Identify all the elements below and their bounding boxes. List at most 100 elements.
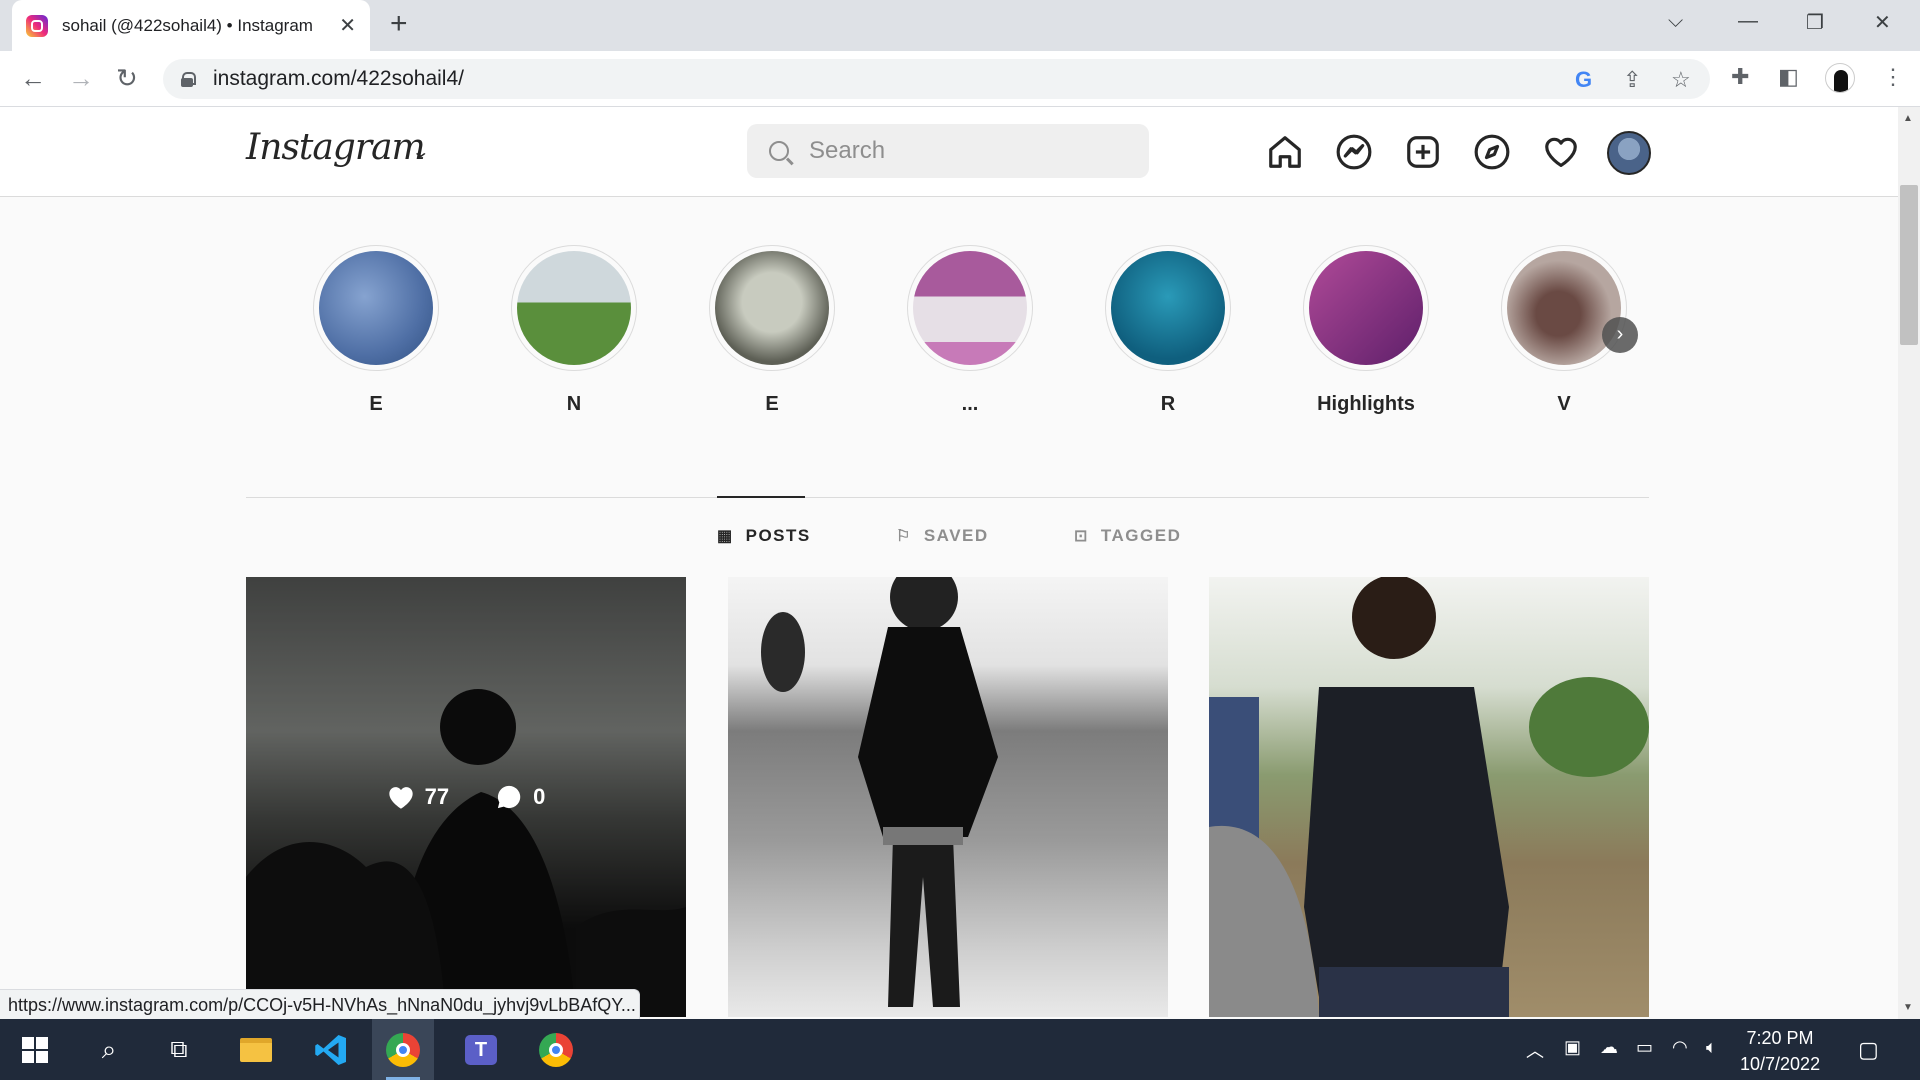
file-explorer-icon[interactable] (225, 1019, 287, 1080)
highlight-label: R (1160, 393, 1176, 415)
tag-person-icon: ⊡ (1074, 528, 1089, 545)
battery-icon[interactable]: ▭ (1636, 1037, 1653, 1058)
tabs-divider (246, 497, 1649, 498)
notifications-icon[interactable]: ▢ (1858, 1037, 1879, 1063)
back-icon[interactable]: ← (20, 64, 46, 92)
tab-saved[interactable]: ⚐ SAVED (896, 526, 989, 546)
highlight-cover (517, 251, 631, 365)
highlight-label: E (765, 393, 779, 415)
post-thumbnail[interactable] (1209, 577, 1649, 1017)
story-highlight[interactable]: N (509, 245, 639, 416)
highlight-cover (913, 251, 1027, 365)
story-highlight[interactable]: ... (905, 245, 1035, 416)
taskbar-search-icon[interactable]: ⌕ (78, 1019, 140, 1080)
scroll-up-icon[interactable]: ▲ (1903, 113, 1913, 124)
tab-tagged-label: TAGGED (1100, 526, 1182, 545)
address-bar[interactable]: instagram.com/422sohail4/ G ⇪ ☆ (163, 59, 1710, 99)
highlight-label: Highlights (1317, 393, 1415, 415)
scroll-down-icon[interactable]: ▼ (1903, 1002, 1913, 1013)
menu-kebab-icon[interactable]: ⋮ (1882, 64, 1904, 90)
story-highlight[interactable]: E (707, 245, 837, 416)
forward-icon[interactable]: → (68, 64, 94, 92)
post-hover-overlay: 77 0 (246, 577, 686, 1017)
highlight-label: E (369, 393, 383, 415)
clock-date: 10/7/2022 (1740, 1054, 1821, 1074)
tab-saved-label: SAVED (923, 526, 989, 545)
home-icon[interactable] (1264, 131, 1306, 173)
share-icon[interactable]: ⇪ (1623, 67, 1641, 93)
onedrive-icon[interactable]: ☁ (1600, 1037, 1618, 1058)
chevron-down-icon[interactable]: ⌄ (411, 142, 430, 162)
windows-taskbar: ⌕ ⧉ T ︿ ▣ ☁ ▭ ◠ 🔈︎ 7:20 PM 10/7/2022 ▢ (0, 1019, 1920, 1080)
tab-posts-label: POSTS (745, 526, 811, 545)
activity-heart-icon[interactable] (1540, 131, 1582, 173)
instagram-header: Instagram ⌄ (0, 107, 1898, 197)
heart-icon (388, 787, 413, 809)
messenger-icon[interactable] (1333, 131, 1375, 173)
teams-icon[interactable]: T (450, 1019, 512, 1080)
tab-title: sohail (@422sohail4) • Instagram (62, 15, 313, 35)
link-status-bar: https://www.instagram.com/p/CCOj-v5H-NVh… (0, 989, 640, 1019)
clock-time: 7:20 PM (1746, 1028, 1814, 1048)
chrome-profile-taskbar-icon[interactable] (525, 1019, 587, 1080)
highlight-label: N (566, 393, 582, 415)
comments-stat: 0 (495, 783, 545, 811)
tab-close-icon[interactable]: ✕ (339, 13, 356, 38)
browser-profile-avatar[interactable] (1825, 63, 1855, 93)
browser-tabstrip: sohail (@422sohail4) • Instagram ✕ + ⌵ —… (0, 0, 1920, 51)
minimize-button[interactable]: — (1738, 10, 1758, 33)
post-thumbnail[interactable]: 77 0 (246, 577, 686, 1017)
side-panel-icon[interactable]: ◧ (1778, 64, 1799, 90)
highlight-cover (1309, 251, 1423, 365)
story-highlight[interactable]: R (1103, 245, 1233, 416)
search-box[interactable] (747, 124, 1149, 178)
vscode-icon[interactable] (300, 1019, 362, 1080)
browser-tab[interactable]: sohail (@422sohail4) • Instagram ✕ (12, 0, 370, 51)
search-input[interactable] (809, 137, 1109, 165)
instagram-favicon-icon (26, 14, 48, 37)
close-window-button[interactable]: ✕ (1874, 10, 1891, 35)
story-highlight[interactable]: E (311, 245, 441, 416)
extensions-icon[interactable]: ✚ (1731, 64, 1749, 90)
start-button[interactable] (4, 1019, 66, 1080)
bookmark-icon: ⚐ (896, 528, 912, 545)
highlight-label: V (1557, 393, 1571, 415)
taskbar-clock[interactable]: 7:20 PM 10/7/2022 (1740, 1025, 1820, 1077)
profile-avatar[interactable] (1607, 131, 1651, 175)
tab-posts[interactable]: ▦ POSTS (717, 526, 811, 546)
wifi-icon[interactable]: ◠ (1672, 1037, 1688, 1058)
comment-icon (498, 785, 521, 809)
instagram-logo[interactable]: Instagram (246, 127, 426, 168)
lock-icon[interactable] (181, 72, 196, 87)
reload-icon[interactable]: ↻ (116, 64, 138, 92)
post-person-image (761, 577, 998, 1007)
highlight-cover (319, 251, 433, 365)
likes-count: 77 (424, 784, 450, 809)
tab-tagged[interactable]: ⊡ TAGGED (1074, 526, 1181, 546)
chrome-taskbar-icon[interactable] (372, 1019, 434, 1080)
tray-chevron-up-icon[interactable]: ︿ (1526, 1037, 1544, 1063)
bookmark-star-icon[interactable]: ☆ (1671, 67, 1691, 93)
task-view-icon[interactable]: ⧉ (148, 1019, 210, 1080)
google-icon[interactable]: G (1575, 67, 1592, 93)
scrollbar-thumb[interactable] (1900, 185, 1918, 345)
highlight-cover (715, 251, 829, 365)
story-highlight[interactable]: Highlights (1301, 245, 1431, 416)
explore-icon[interactable] (1471, 131, 1513, 173)
meet-now-icon[interactable]: ▣ (1564, 1037, 1581, 1058)
search-icon (769, 141, 789, 161)
windows-logo-icon (22, 1036, 48, 1063)
new-tab-button[interactable]: + (390, 9, 408, 39)
new-post-icon[interactable] (1402, 131, 1444, 173)
highlight-cover (1111, 251, 1225, 365)
volume-icon[interactable]: 🔈︎ (1706, 1037, 1717, 1058)
comments-count: 0 (533, 784, 546, 809)
url-text[interactable]: instagram.com/422sohail4/ (213, 67, 464, 91)
post-thumbnail[interactable] (728, 577, 1168, 1017)
grid-icon: ▦ (717, 528, 734, 545)
highlight-cover (1507, 251, 1621, 365)
highlights-next-icon[interactable]: › (1602, 317, 1638, 353)
browser-toolbar: ← → ↻ instagram.com/422sohail4/ G ⇪ ☆ (0, 51, 1920, 107)
tab-search-icon[interactable]: ⌵ (1668, 10, 1683, 33)
restore-button[interactable]: ❐ (1806, 10, 1824, 35)
